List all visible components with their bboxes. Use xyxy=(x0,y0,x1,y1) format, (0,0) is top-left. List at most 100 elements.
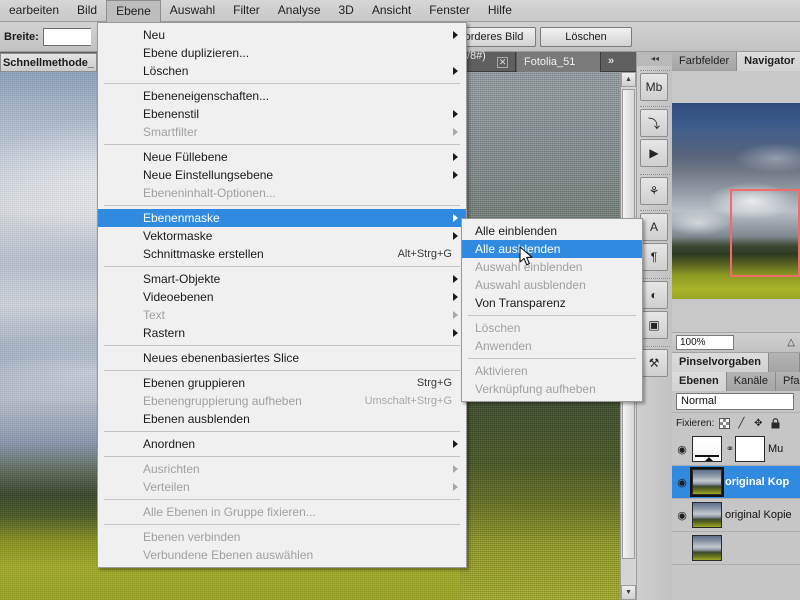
lock-label: Fixieren: xyxy=(676,417,715,429)
menu-bearbeiten[interactable]: earbeiten xyxy=(0,0,68,22)
loeschen-button[interactable]: Löschen xyxy=(540,27,632,47)
menu-item-neue-einstellungsebene[interactable]: Neue Einstellungsebene xyxy=(98,166,466,184)
layer-visibility-icon[interactable]: ◉ xyxy=(672,509,692,522)
document-tab-1[interactable]: Fotolia_51 xyxy=(517,52,601,72)
menu-item-ebenen-gruppieren[interactable]: Ebenen gruppieren Strg+G xyxy=(98,374,466,392)
menu-ansicht[interactable]: Ansicht xyxy=(363,0,420,22)
layer-name: original Kop xyxy=(725,476,790,488)
menu-item-ebeneneigenschaften[interactable]: Ebeneneigenschaften... xyxy=(98,87,466,105)
adjustments-icon[interactable]: ◐ xyxy=(640,281,668,309)
actions-icon[interactable]: ⤵ xyxy=(640,109,668,137)
menu-item-ebenen-ausblenden[interactable]: Ebenen ausblenden xyxy=(98,410,466,428)
menu-item-verteilen: Verteilen xyxy=(98,478,466,496)
menu-3d[interactable]: 3D xyxy=(330,0,363,22)
menu-ebene[interactable]: Ebene xyxy=(106,0,161,22)
tool-presets-icon[interactable]: ⚒ xyxy=(640,349,668,377)
menu-item-ebeneninhalt-optionen: Ebeneninhalt-Optionen... xyxy=(98,184,466,202)
menu-bild[interactable]: Bild xyxy=(68,0,106,22)
layer-thumbnail[interactable] xyxy=(692,502,722,528)
paragraph-icon[interactable]: ¶ xyxy=(640,243,668,271)
menu-hilfe[interactable]: Hilfe xyxy=(479,0,521,22)
menu-filter[interactable]: Filter xyxy=(224,0,269,22)
layer-thumbnail[interactable] xyxy=(690,467,724,497)
ebenenmaske-submenu[interactable]: Alle einblenden Alle ausblenden Auswahl … xyxy=(461,218,643,402)
tab-chevron-icon[interactable]: » xyxy=(608,55,614,67)
submenu-arrow-icon xyxy=(453,275,458,283)
table-row[interactable]: ◉ original Kopie xyxy=(672,499,800,532)
menu-item-neues-ebenenbasiertes-slice[interactable]: Neues ebenenbasiertes Slice xyxy=(98,349,466,367)
lock-position-icon[interactable]: ✥ xyxy=(752,417,764,429)
lock-transparent-pixels-icon[interactable] xyxy=(719,417,731,429)
tab-ebenen[interactable]: Ebenen xyxy=(672,372,727,391)
menu-item-label: Ebeneninhalt-Optionen... xyxy=(143,186,276,200)
tab-pinselvorgaben[interactable]: Pinselvorgaben xyxy=(672,353,769,372)
tab-farbfelder[interactable]: Farbfelder xyxy=(672,52,738,71)
menu-item-neu[interactable]: Neu xyxy=(98,26,466,44)
submenu-arrow-icon xyxy=(453,483,458,491)
tab-brush-presets-empty[interactable] xyxy=(768,353,800,372)
breite-label: Breite: xyxy=(4,31,39,43)
menu-item-ebenenstil[interactable]: Ebenenstil xyxy=(98,105,466,123)
layer-mask-link-icon[interactable]: ⚭ xyxy=(725,444,735,455)
submenu-item-loeschen: Löschen xyxy=(462,319,642,337)
menu-separator xyxy=(104,144,460,145)
tab-pfade[interactable]: Pfade xyxy=(776,372,800,391)
breite-input[interactable] xyxy=(42,28,91,46)
lock-all-icon[interactable] xyxy=(769,417,781,429)
clone-source-icon[interactable]: ⚘ xyxy=(640,177,668,205)
layer-mask-thumbnail[interactable] xyxy=(735,436,765,462)
menu-separator xyxy=(104,345,460,346)
layer-menu-dropdown[interactable]: Neu Ebene duplizieren... Löschen Ebenene… xyxy=(97,22,467,568)
menu-item-label: Smart-Objekte xyxy=(143,272,221,286)
submenu-item-auswahl-einblenden: Auswahl einblenden xyxy=(462,258,642,276)
menu-separator xyxy=(104,524,460,525)
histogram-icon[interactable]: Mb xyxy=(640,73,668,101)
submenu-arrow-icon xyxy=(453,31,458,39)
navigator-thumbnail-wrap[interactable] xyxy=(672,103,800,299)
lock-image-pixels-icon[interactable]: ╱ xyxy=(735,417,747,429)
tab-navigator[interactable]: Navigator xyxy=(737,52,800,71)
menu-item-vektormaske[interactable]: Vektormaske xyxy=(98,227,466,245)
collapse-panels-icon[interactable]: ◂◂ xyxy=(637,52,673,66)
zoom-level-input[interactable]: 100% xyxy=(676,335,734,350)
menu-item-label: Ebenengruppierung aufheben xyxy=(143,394,302,408)
menu-item-label: Neue Einstellungsebene xyxy=(143,168,274,182)
menu-item-loeschen[interactable]: Löschen xyxy=(98,62,466,80)
submenu-arrow-icon xyxy=(453,110,458,118)
preset-tab[interactable]: Schnellmethode_ xyxy=(0,53,97,72)
submenu-item-verknuepfung-aufheben: Verknüpfung aufheben xyxy=(462,380,642,398)
menu-item-rastern[interactable]: Rastern xyxy=(98,324,466,342)
menu-item-schnittmaske-erstellen[interactable]: Schnittmaske erstellen Alt+Strg+G xyxy=(98,245,466,263)
menu-item-videoebenen[interactable]: Videoebenen xyxy=(98,288,466,306)
submenu-item-alle-ausblenden[interactable]: Alle ausblenden xyxy=(462,240,642,258)
scroll-up-icon[interactable]: ▲ xyxy=(621,72,636,87)
navigator-view-rect[interactable] xyxy=(730,189,800,277)
table-row[interactable]: ◉ original Kop xyxy=(672,466,800,499)
table-row[interactable] xyxy=(672,532,800,565)
menu-item-ebenenmaske[interactable]: Ebenenmaske xyxy=(98,209,466,227)
masks-icon[interactable]: ▣ xyxy=(640,311,668,339)
menu-fenster[interactable]: Fenster xyxy=(420,0,479,22)
menu-item-smart-objekte[interactable]: Smart-Objekte xyxy=(98,270,466,288)
submenu-item-alle-einblenden[interactable]: Alle einblenden xyxy=(462,222,642,240)
layer-thumbnail[interactable] xyxy=(692,436,722,462)
close-icon[interactable]: ✕ xyxy=(497,56,508,68)
zoom-slider-icon[interactable]: △ xyxy=(787,337,795,348)
submenu-item-von-transparenz[interactable]: Von Transparenz xyxy=(462,294,642,312)
menu-auswahl[interactable]: Auswahl xyxy=(161,0,224,22)
menu-analyse[interactable]: Analyse xyxy=(269,0,330,22)
animation-icon[interactable]: ▶ xyxy=(640,139,668,167)
blend-mode-select[interactable]: Normal xyxy=(676,393,794,410)
layer-visibility-icon[interactable]: ◉ xyxy=(672,476,692,489)
menu-item-neue-fuellebene[interactable]: Neue Füllebene xyxy=(98,148,466,166)
table-row[interactable]: ◉ ⚭ Mu xyxy=(672,433,800,466)
menu-item-ebene-duplizieren[interactable]: Ebene duplizieren... xyxy=(98,44,466,62)
menu-item-verbundene-ebenen-auswaehlen: Verbundene Ebenen auswählen xyxy=(98,546,466,564)
menu-item-ausrichten: Ausrichten xyxy=(98,460,466,478)
menu-item-anordnen[interactable]: Anordnen xyxy=(98,435,466,453)
tab-kanaele[interactable]: Kanäle xyxy=(726,372,776,391)
layer-visibility-icon[interactable]: ◉ xyxy=(672,443,692,456)
layer-thumbnail[interactable] xyxy=(692,535,722,561)
scroll-down-icon[interactable]: ▼ xyxy=(621,585,636,600)
character-icon[interactable]: A xyxy=(640,213,668,241)
